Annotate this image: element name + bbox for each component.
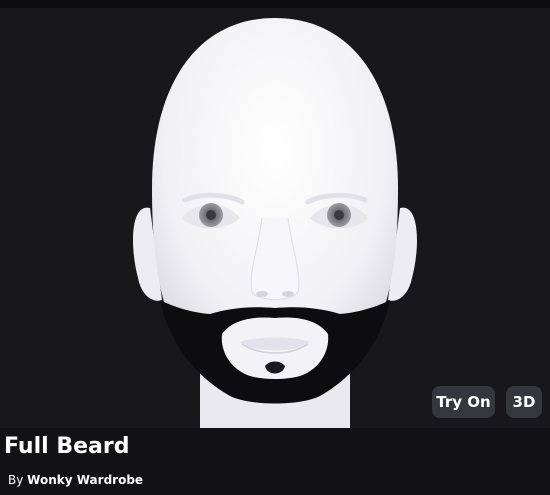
creator-byline: By Wonky Wardrobe xyxy=(8,473,143,487)
by-prefix: By xyxy=(8,473,24,487)
top-divider xyxy=(0,0,550,8)
item-preview[interactable]: Try On 3D xyxy=(0,8,550,428)
head-preview-image xyxy=(133,18,417,428)
creator-link[interactable]: Wonky Wardrobe xyxy=(27,473,143,487)
try-on-button[interactable]: Try On xyxy=(432,386,495,418)
item-title: Full Beard xyxy=(4,434,130,459)
item-card: Try On 3D Full Beard By Wonky Wardrobe xyxy=(0,0,550,495)
view-3d-button[interactable]: 3D xyxy=(506,386,542,418)
